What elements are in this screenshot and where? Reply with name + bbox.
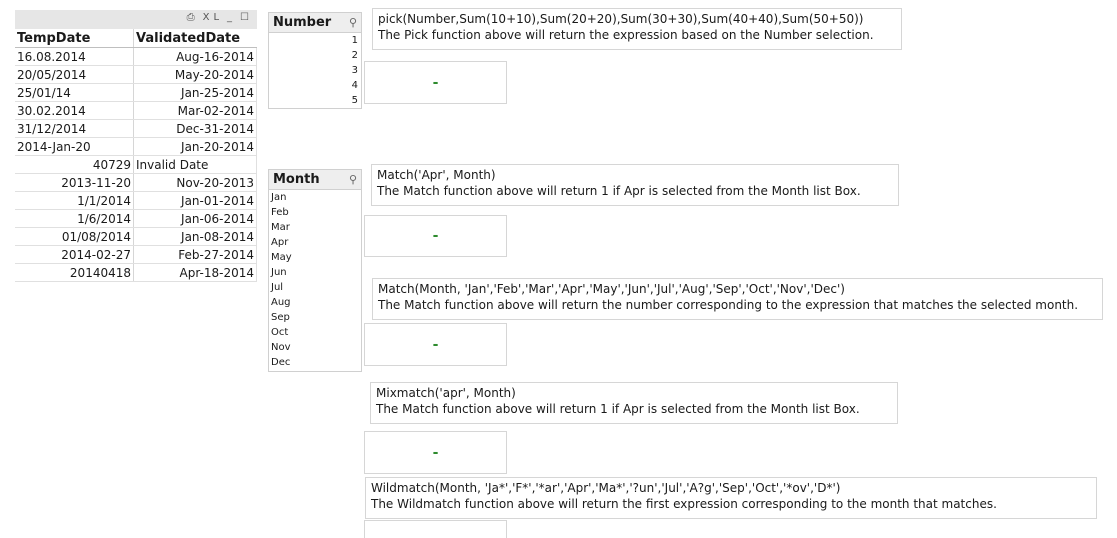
match-month-result-object[interactable]: - — [364, 323, 507, 366]
result-value: - — [432, 74, 439, 91]
table-row[interactable]: 31/12/2014 Dec-31-2014 — [15, 119, 257, 138]
cell-tempdate: 1/6/2014 — [15, 209, 134, 228]
cell-validateddate: Feb-27-2014 — [133, 245, 257, 264]
cell-tempdate: 31/12/2014 — [15, 119, 134, 138]
search-icon[interactable]: ⚲ — [349, 170, 357, 189]
number-list-item[interactable]: 2 — [269, 48, 361, 63]
cell-validateddate: Jan-08-2014 — [133, 227, 257, 246]
table-row[interactable]: 2014-02-27 Feb-27-2014 — [15, 245, 257, 264]
table-row[interactable]: 25/01/14 Jan-25-2014 — [15, 83, 257, 102]
number-list-item[interactable]: 1 — [269, 33, 361, 48]
month-list-item[interactable]: Oct — [269, 325, 361, 340]
table-row[interactable]: 16.08.2014 Aug-16-2014 — [15, 47, 257, 66]
result-value: - — [432, 228, 439, 244]
wildmatch-description: The Wildmatch function above will return… — [371, 497, 997, 511]
number-listbox-header: Number ⚲ — [269, 13, 361, 33]
match-apr-result-object[interactable]: - — [364, 215, 507, 257]
mixmatch-textbox[interactable]: Mixmatch('apr', Month) The Match functio… — [370, 382, 898, 424]
month-list-item[interactable]: Apr — [269, 235, 361, 250]
cell-tempdate: 2014-Jan-20 — [15, 137, 134, 156]
cell-tempdate: 40729 — [15, 155, 134, 174]
search-icon[interactable]: ⚲ — [349, 13, 357, 32]
cell-validateddate: Jan-06-2014 — [133, 209, 257, 228]
table-row[interactable]: 20/05/2014 May-20-2014 — [15, 65, 257, 84]
number-list-item[interactable]: 3 — [269, 63, 361, 78]
number-listbox-title: Number — [273, 15, 332, 30]
month-list-item[interactable]: Aug — [269, 295, 361, 310]
minimize-icon[interactable]: _ — [227, 12, 236, 23]
month-listbox-header: Month ⚲ — [269, 170, 361, 190]
month-list-item[interactable]: Jun — [269, 265, 361, 280]
cell-validateddate: Invalid Date — [133, 155, 257, 174]
cell-tempdate: 20/05/2014 — [15, 65, 134, 84]
month-list-item[interactable]: Jan — [269, 190, 361, 205]
match-apr-expression: Match('Apr', Month) — [377, 168, 496, 182]
date-table: TempDate ValidatedDate 16.08.2014 Aug-16-… — [15, 29, 257, 282]
cell-validateddate: May-20-2014 — [133, 65, 257, 84]
month-list-item[interactable]: Feb — [269, 205, 361, 220]
month-list-item[interactable]: Sep — [269, 310, 361, 325]
cell-tempdate: 20140418 — [15, 263, 134, 282]
number-list-item[interactable]: 5 — [269, 93, 361, 108]
table-row[interactable]: 1/6/2014 Jan-06-2014 — [15, 209, 257, 228]
pick-description: The Pick function above will return the … — [378, 28, 874, 42]
month-list-item[interactable]: Dec — [269, 355, 361, 370]
pick-expression: pick(Number,Sum(10+10),Sum(20+20),Sum(30… — [378, 12, 864, 26]
cell-tempdate: 30.02.2014 — [15, 101, 134, 120]
cell-tempdate: 01/08/2014 — [15, 227, 134, 246]
excel-export-icon[interactable]: XL — [203, 12, 223, 23]
number-listbox: Number ⚲ 1 2 3 4 5 — [268, 12, 362, 109]
match-month-expression: Match(Month, 'Jan','Feb','Mar','Apr','Ma… — [378, 282, 845, 296]
table-row[interactable]: 40729 Invalid Date — [15, 155, 257, 174]
wildmatch-textbox[interactable]: Wildmatch(Month, 'Ja*','F*','*ar','Apr',… — [365, 477, 1097, 519]
cell-validateddate: Aug-16-2014 — [133, 47, 257, 66]
caption-icons: ⎙ XL _ ☐ — [183, 12, 253, 23]
month-listbox: Month ⚲ Jan Feb Mar Apr May Jun Jul Aug … — [268, 169, 362, 372]
match-apr-textbox[interactable]: Match('Apr', Month) The Match function a… — [371, 164, 899, 206]
cell-tempdate: 1/1/2014 — [15, 191, 134, 210]
pick-textbox[interactable]: pick(Number,Sum(10+10),Sum(20+20),Sum(30… — [372, 8, 902, 50]
table-row[interactable]: 30.02.2014 Mar-02-2014 — [15, 101, 257, 120]
table-row[interactable]: 2014-Jan-20 Jan-20-2014 — [15, 137, 257, 156]
column-header-tempdate[interactable]: TempDate — [15, 29, 134, 48]
mixmatch-description: The Match function above will return 1 i… — [376, 402, 860, 416]
month-list-item[interactable]: Jul — [269, 280, 361, 295]
cell-tempdate: 25/01/14 — [15, 83, 134, 102]
number-list-item[interactable]: 4 — [269, 78, 361, 93]
table-row[interactable]: 2013-11-20 Nov-20-2013 — [15, 173, 257, 192]
mixmatch-result-object[interactable]: - — [364, 431, 507, 474]
table-row[interactable]: 20140418 Apr-18-2014 — [15, 263, 257, 282]
pick-result-object[interactable]: - — [364, 61, 507, 104]
cell-validateddate: Dec-31-2014 — [133, 119, 257, 138]
cell-validateddate: Apr-18-2014 — [133, 263, 257, 282]
column-header-validateddate[interactable]: ValidatedDate — [133, 29, 257, 48]
month-listbox-title: Month — [273, 172, 320, 187]
cell-validateddate: Mar-02-2014 — [133, 101, 257, 120]
table-header-row: TempDate ValidatedDate — [15, 29, 257, 48]
cell-tempdate: 2014-02-27 — [15, 245, 134, 264]
cell-tempdate: 16.08.2014 — [15, 47, 134, 66]
cell-validateddate: Nov-20-2013 — [133, 173, 257, 192]
print-icon[interactable]: ⎙ — [187, 12, 199, 23]
wildmatch-expression: Wildmatch(Month, 'Ja*','F*','*ar','Apr',… — [371, 481, 841, 495]
table-row[interactable]: 1/1/2014 Jan-01-2014 — [15, 191, 257, 210]
table-caption-bar: ⎙ XL _ ☐ — [15, 10, 257, 29]
month-list-item[interactable]: Nov — [269, 340, 361, 355]
cell-validateddate: Jan-20-2014 — [133, 137, 257, 156]
match-month-textbox[interactable]: Match(Month, 'Jan','Feb','Mar','Apr','Ma… — [372, 278, 1103, 320]
maximize-icon[interactable]: ☐ — [240, 12, 253, 23]
result-value: - — [432, 336, 439, 353]
mixmatch-expression: Mixmatch('apr', Month) — [376, 386, 516, 400]
result-value: - — [432, 444, 439, 461]
wildmatch-result-object[interactable] — [364, 520, 507, 538]
month-list-item[interactable]: Mar — [269, 220, 361, 235]
table-row[interactable]: 01/08/2014 Jan-08-2014 — [15, 227, 257, 246]
cell-tempdate: 2013-11-20 — [15, 173, 134, 192]
match-month-description: The Match function above will return the… — [378, 298, 1079, 312]
match-apr-description: The Match function above will return 1 i… — [377, 184, 861, 198]
cell-validateddate: Jan-01-2014 — [133, 191, 257, 210]
month-list-item[interactable]: May — [269, 250, 361, 265]
cell-validateddate: Jan-25-2014 — [133, 83, 257, 102]
